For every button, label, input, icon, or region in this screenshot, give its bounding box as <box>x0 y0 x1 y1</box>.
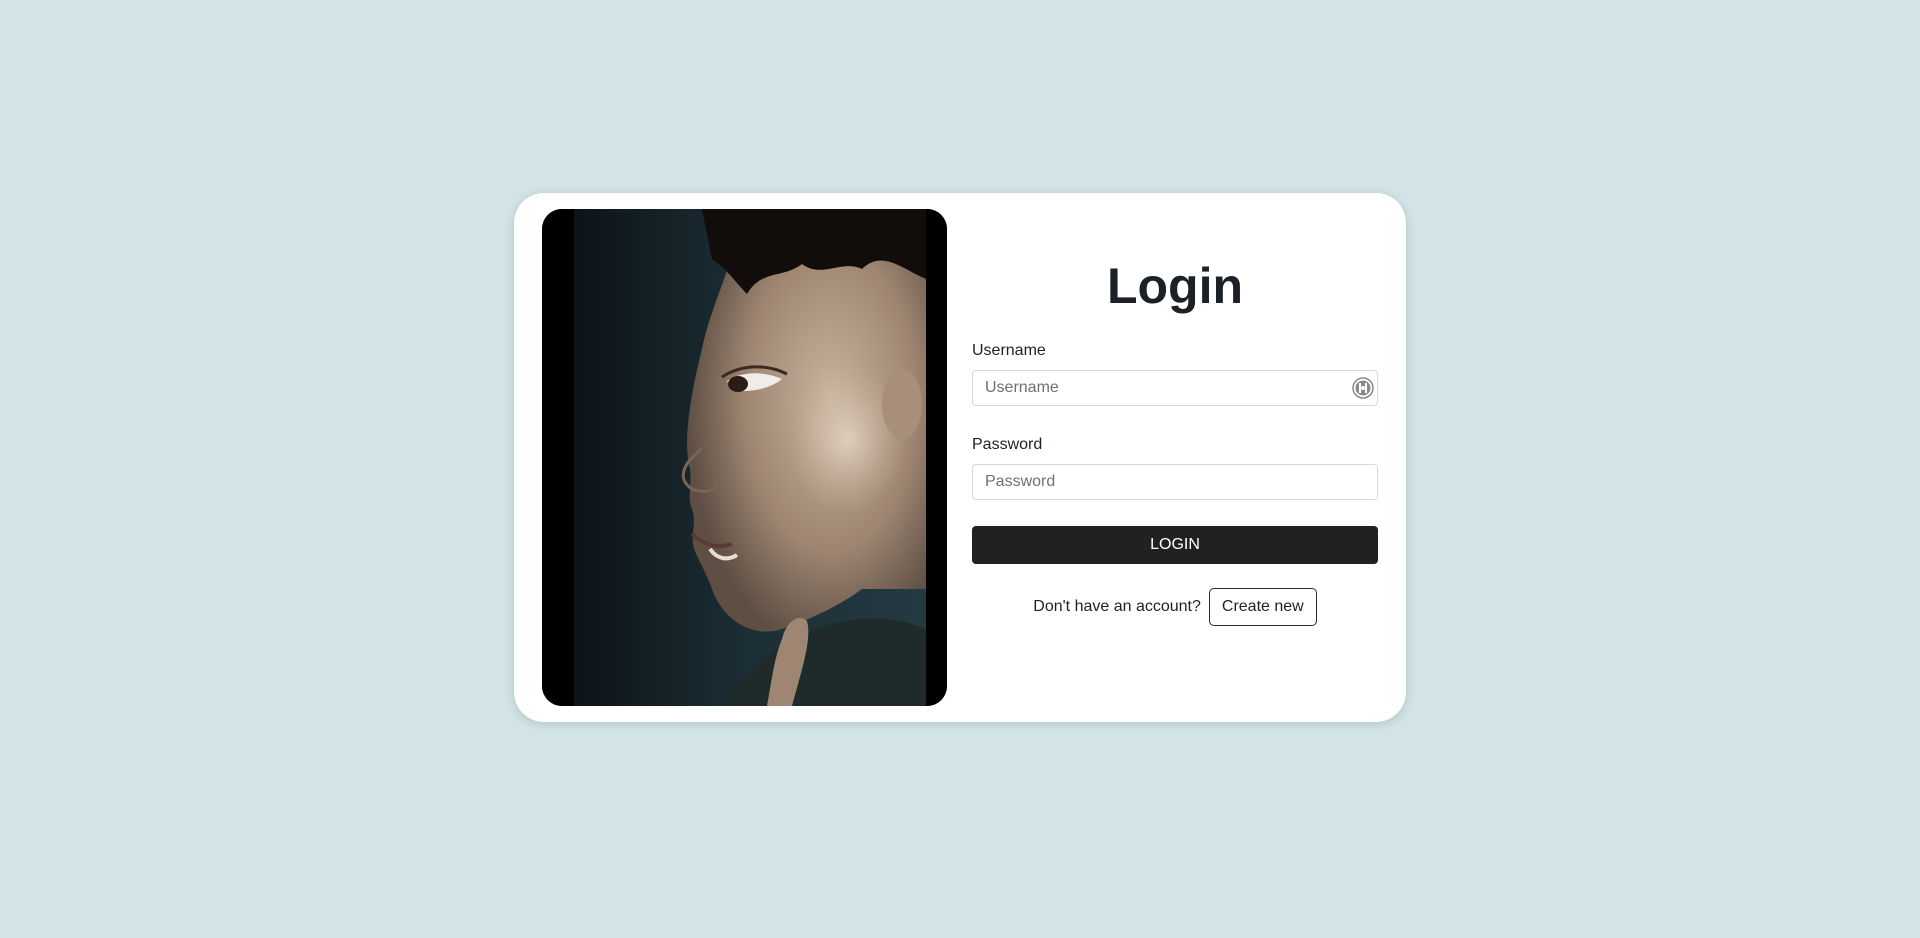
login-card: Login Username Password LOGIN Don't have… <box>514 193 1406 722</box>
signup-prompt: Don't have an account? <box>1033 598 1201 615</box>
username-label: Username <box>972 342 1046 359</box>
create-account-button[interactable]: Create new <box>1208 588 1317 626</box>
username-input[interactable] <box>972 370 1378 406</box>
signup-row: Don't have an account? Create new <box>972 588 1378 626</box>
password-label: Password <box>972 436 1043 453</box>
page-title: Login <box>1106 258 1244 314</box>
login-form: Login Username Password LOGIN Don't have… <box>972 193 1378 722</box>
password-input[interactable] <box>972 464 1378 500</box>
login-button[interactable]: LOGIN <box>972 526 1378 564</box>
password-manager-icon[interactable] <box>1352 377 1374 399</box>
profile-photo <box>542 209 947 706</box>
